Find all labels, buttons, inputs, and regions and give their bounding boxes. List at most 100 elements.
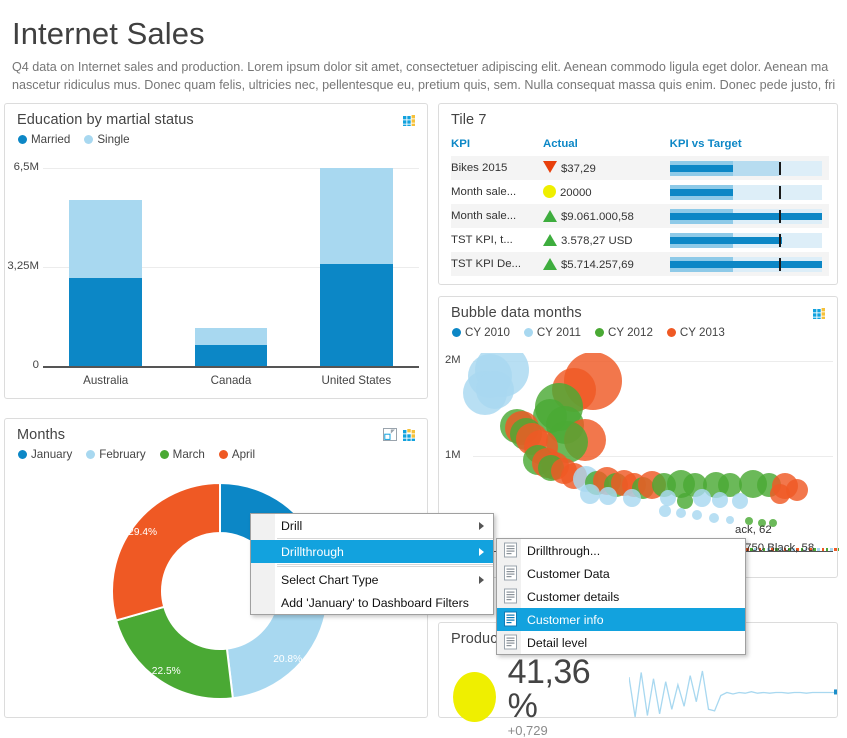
legend-item-cy-2013[interactable]: CY 2013 — [666, 326, 725, 339]
tile-toolbar[interactable] — [383, 428, 417, 441]
bubble-point[interactable] — [599, 486, 618, 505]
column-header-kpi-vs-target[interactable]: KPI vs Target — [670, 134, 829, 156]
table-row[interactable]: TST KPI De... $5.714.257,69 — [451, 252, 829, 276]
grid-icon[interactable] — [403, 113, 417, 126]
kpi-value: 41,36 % — [507, 653, 591, 725]
bubble-category-label-1: ack, 62 — [735, 524, 772, 536]
legend-label: March — [172, 448, 205, 461]
context-submenu-drillthrough[interactable]: Drillthrough... Customer Data Customer d… — [496, 538, 746, 655]
menu-separator — [277, 538, 493, 539]
legend-label: April — [231, 448, 256, 461]
sparkline — [628, 668, 839, 725]
table-header-row: KPI Actual KPI vs Target — [451, 134, 829, 156]
bullet-value-bar — [669, 212, 822, 220]
bubble-point[interactable] — [676, 492, 693, 509]
column-header-actual[interactable]: Actual — [543, 134, 670, 156]
menu-item-select-chart-type[interactable]: Select Chart Type — [251, 568, 493, 591]
legend-item-april[interactable]: April — [218, 448, 256, 461]
chart-legend: CY 2010 CY 2011 CY 2012 CY 2013 — [439, 321, 837, 339]
grid-icon[interactable] — [403, 428, 417, 441]
bubble-point[interactable] — [712, 491, 728, 508]
cell-kpi-name: TST KPI, t... — [451, 234, 513, 246]
bullet-target-marker — [779, 185, 782, 199]
bullet-value-bar — [669, 188, 734, 196]
menu-item-label: Add 'January' to Dashboard Filters — [281, 595, 469, 610]
legend-item-cy-2012[interactable]: CY 2012 — [594, 326, 653, 339]
submenu-item-label: Customer info — [527, 612, 604, 627]
bar-segment-single[interactable] — [69, 199, 142, 278]
page-description-line-1: Q4 data on Internet sales and production… — [12, 60, 829, 74]
menu-item-drillthrough[interactable]: Drillthrough — [251, 540, 493, 563]
legend-item-february[interactable]: February — [86, 448, 146, 461]
bar-segment-married[interactable] — [69, 277, 142, 366]
bar-segment-married[interactable] — [319, 263, 393, 366]
bubble-point[interactable] — [676, 508, 686, 518]
bubble-point[interactable] — [660, 490, 676, 507]
legend-item-single[interactable]: Single — [84, 133, 130, 146]
page-description: Q4 data on Internet sales and production… — [0, 54, 847, 94]
status-up-icon — [542, 209, 557, 222]
table-row[interactable]: Month sale... $9.061.000,58 — [451, 204, 829, 228]
chevron-right-icon — [479, 575, 484, 584]
expand-icon[interactable] — [383, 428, 397, 441]
legend-swatch — [18, 135, 27, 144]
menu-item-label: Select Chart Type — [281, 572, 379, 587]
bubble-point[interactable] — [692, 488, 711, 507]
bar-segment-married[interactable] — [194, 344, 268, 366]
legend-swatch — [452, 328, 461, 337]
donut-slice-april[interactable] — [111, 481, 221, 622]
document-icon — [503, 634, 519, 651]
gridline — [43, 366, 419, 368]
document-icon — [503, 588, 519, 605]
menu-item-add-january-to-dashboard-filters[interactable]: Add 'January' to Dashboard Filters — [251, 591, 493, 614]
tile-toolbar[interactable] — [813, 306, 827, 319]
legend-item-cy-2010[interactable]: CY 2010 — [452, 326, 510, 339]
column-header-kpi[interactable]: KPI — [451, 134, 543, 156]
x-axis-tick — [821, 548, 825, 551]
bubble-point[interactable] — [731, 492, 748, 509]
x-axis-tick — [817, 548, 820, 551]
bar-segment-single[interactable] — [194, 327, 268, 345]
sparkline-svg — [628, 670, 839, 718]
bullet-chart — [669, 256, 822, 272]
page-title: Internet Sales — [12, 16, 205, 51]
bullet-target-marker — [779, 257, 782, 271]
legend-label: CY 2010 — [465, 326, 510, 339]
x-axis-category-label: United States — [321, 374, 392, 387]
bar-segment-single[interactable] — [319, 168, 393, 264]
donut-slice-march[interactable] — [114, 605, 234, 700]
table-row[interactable]: Month sale... 20000 — [451, 180, 829, 204]
bubble-point[interactable] — [691, 509, 702, 520]
bubble-point[interactable] — [659, 505, 672, 518]
bubble-point[interactable] — [769, 484, 790, 504]
submenu-item-customer-data[interactable]: Customer Data — [497, 562, 745, 585]
submenu-item-customer-details[interactable]: Customer details — [497, 585, 745, 608]
legend-item-march[interactable]: March — [159, 448, 205, 461]
tile-education-by-marital-status[interactable]: Education by martial status Married Sing… — [4, 103, 428, 399]
bullet-value-bar — [669, 164, 734, 172]
legend-item-january[interactable]: January — [18, 448, 72, 461]
table-row[interactable]: Bikes 2015 $37,29 — [451, 156, 829, 180]
menu-item-drill[interactable]: Drill — [251, 514, 493, 537]
submenu-item-drillthrough[interactable]: Drillthrough... — [497, 539, 745, 562]
bubble-point[interactable] — [622, 488, 641, 507]
legend-item-cy-2011[interactable]: CY 2011 — [523, 326, 581, 339]
legend-label: February — [99, 448, 146, 461]
bubble-point[interactable] — [580, 484, 600, 504]
cell-kpi-name: Month sale... — [451, 204, 543, 228]
x-axis-tick — [825, 548, 829, 551]
tile-toolbar[interactable] — [403, 113, 417, 126]
submenu-item-customer-info[interactable]: Customer info — [497, 608, 745, 631]
legend-label: Single — [97, 133, 130, 146]
context-menu[interactable]: Drill Drillthrough Select Chart Type Add… — [250, 513, 494, 615]
bubble-point[interactable] — [708, 512, 719, 523]
submenu-item-detail-level[interactable]: Detail level — [497, 631, 745, 654]
grid-icon[interactable] — [813, 306, 827, 319]
bubble-point[interactable] — [726, 515, 735, 524]
document-icon — [503, 565, 519, 582]
tile-bubble-chart[interactable]: Bubble data months CY 2010 CY 2011 CY 20… — [438, 296, 839, 578]
legend-item-married[interactable]: Married — [18, 133, 70, 146]
table-row[interactable]: TST KPI, t... 3.578,27 USD — [451, 228, 829, 252]
tile-kpi-table[interactable]: Tile 7 KPI Actual KPI vs Target Bikes 20… — [438, 103, 838, 285]
bubble-point[interactable] — [476, 370, 515, 409]
